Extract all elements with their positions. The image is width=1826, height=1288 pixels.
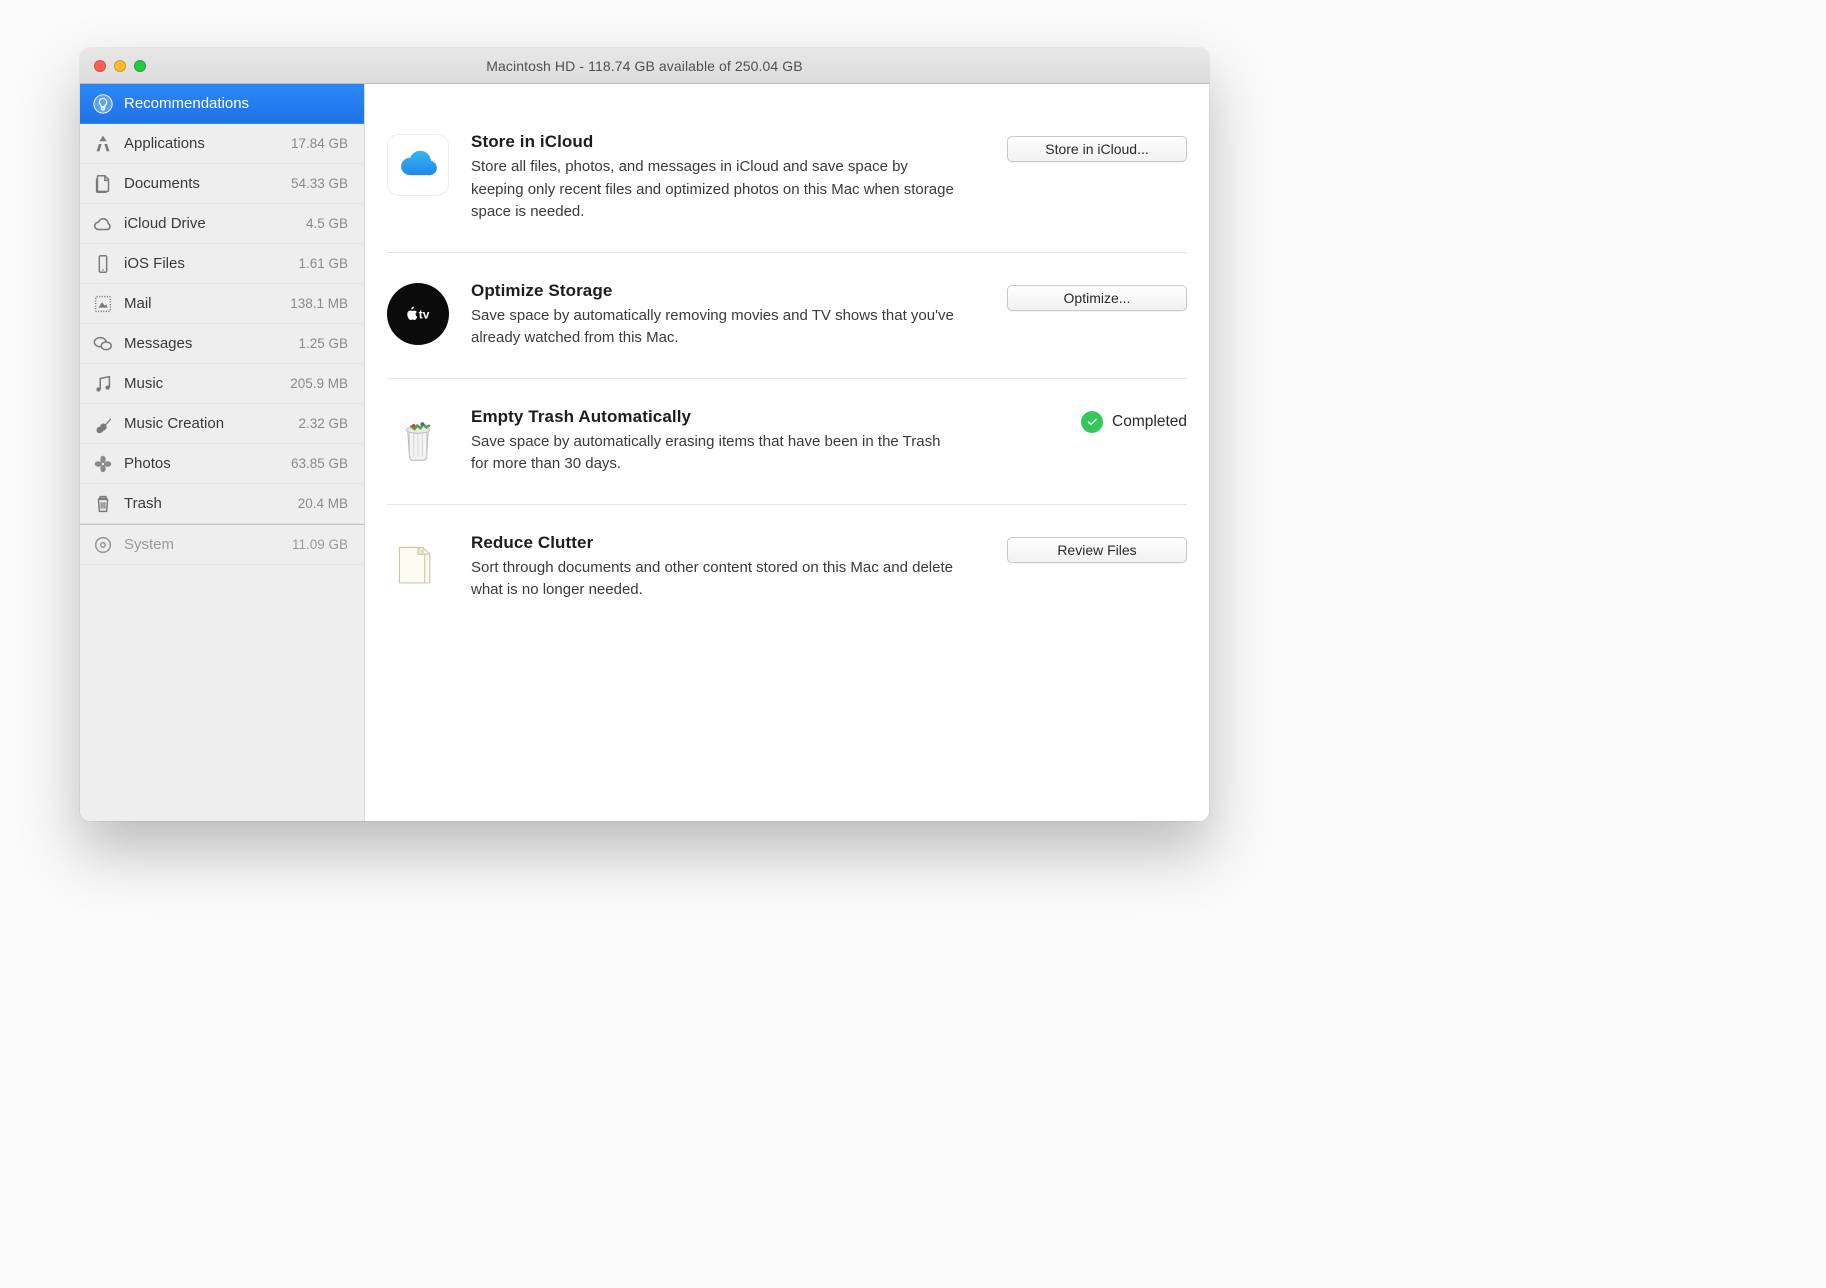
sidebar-item-label: Documents — [124, 175, 268, 192]
close-icon[interactable] — [94, 60, 106, 72]
recommendation-desc: Save space by automatically erasing item… — [471, 431, 959, 476]
guitar-icon — [92, 413, 114, 435]
window-title: Macintosh HD - 118.74 GB available of 25… — [80, 58, 1209, 74]
sidebar: Recommendations Applications 17.84 GB Do… — [80, 84, 365, 821]
recommendation-store-in-icloud: Store in iCloud Store all files, photos,… — [387, 104, 1187, 253]
appletv-icon: tv — [387, 283, 449, 345]
sidebar-item-label: Photos — [124, 455, 268, 472]
sidebar-item-photos[interactable]: Photos 63.85 GB — [80, 444, 364, 484]
music-icon — [92, 373, 114, 395]
storage-management-window: Macintosh HD - 118.74 GB available of 25… — [80, 48, 1209, 821]
sidebar-item-icloud-drive[interactable]: iCloud Drive 4.5 GB — [80, 204, 364, 244]
documents-icon — [92, 173, 114, 195]
sidebar-item-size: 17.84 GB — [278, 136, 348, 151]
sidebar-item-size: 1.25 GB — [278, 336, 348, 351]
sidebar-item-label: Music Creation — [124, 415, 268, 432]
sidebar-item-size: 4.5 GB — [278, 216, 348, 231]
recommendation-title: Reduce Clutter — [471, 533, 959, 553]
sidebar-item-music[interactable]: Music 205.9 MB — [80, 364, 364, 404]
sidebar-item-label: Recommendations — [124, 95, 268, 112]
sidebar-item-label: iCloud Drive — [124, 215, 268, 232]
checkmark-icon — [1081, 411, 1103, 433]
sidebar-item-recommendations[interactable]: Recommendations — [80, 84, 364, 124]
recommendation-desc: Sort through documents and other content… — [471, 557, 959, 602]
status-label: Completed — [1112, 413, 1187, 431]
sidebar-item-mail[interactable]: Mail 138.1 MB — [80, 284, 364, 324]
sidebar-item-label: Mail — [124, 295, 268, 312]
sidebar-item-size: 20.4 MB — [278, 496, 348, 511]
cloud-icon — [92, 213, 114, 235]
recommendation-desc: Store all files, photos, and messages in… — [471, 156, 959, 224]
icloud-icon — [387, 134, 449, 196]
sidebar-item-size: 63.85 GB — [278, 456, 348, 471]
sidebar-item-size: 2.32 GB — [278, 416, 348, 431]
sidebar-item-ios-files[interactable]: iOS Files 1.61 GB — [80, 244, 364, 284]
traffic-lights — [80, 60, 146, 72]
sidebar-item-label: iOS Files — [124, 255, 268, 272]
sidebar-item-size: 1.61 GB — [278, 256, 348, 271]
applications-icon — [92, 133, 114, 155]
sidebar-item-label: Trash — [124, 495, 268, 512]
messages-icon — [92, 333, 114, 355]
sidebar-item-trash[interactable]: Trash 20.4 MB — [80, 484, 364, 524]
recommendation-desc: Save space by automatically removing mov… — [471, 305, 959, 350]
sidebar-item-size: 11.09 GB — [278, 537, 348, 552]
sidebar-item-size: 205.9 MB — [278, 376, 348, 391]
documents-stack-icon — [387, 535, 449, 597]
sidebar-item-system[interactable]: System 11.09 GB — [80, 525, 364, 565]
sidebar-item-applications[interactable]: Applications 17.84 GB — [80, 124, 364, 164]
sidebar-item-documents[interactable]: Documents 54.33 GB — [80, 164, 364, 204]
sidebar-item-size: 54.33 GB — [278, 176, 348, 191]
sidebar-item-label: Applications — [124, 135, 268, 152]
recommendation-optimize-storage: tv Optimize Storage Save space by automa… — [387, 253, 1187, 379]
sidebar-item-size: 138.1 MB — [278, 296, 348, 311]
lightbulb-icon — [92, 93, 114, 115]
recommendation-title: Store in iCloud — [471, 132, 959, 152]
completed-status: Completed — [1081, 411, 1187, 433]
sidebar-item-label: Music — [124, 375, 268, 392]
recommendations-panel: Store in iCloud Store all files, photos,… — [365, 84, 1209, 821]
phone-icon — [92, 253, 114, 275]
photos-icon — [92, 453, 114, 475]
minimize-icon[interactable] — [114, 60, 126, 72]
trash-full-icon — [387, 409, 449, 471]
disk-icon — [92, 534, 114, 556]
sidebar-item-music-creation[interactable]: Music Creation 2.32 GB — [80, 404, 364, 444]
svg-text:tv: tv — [419, 307, 430, 321]
recommendation-empty-trash: Empty Trash Automatically Save space by … — [387, 379, 1187, 505]
zoom-icon[interactable] — [134, 60, 146, 72]
optimize-button[interactable]: Optimize... — [1007, 285, 1187, 311]
sidebar-item-messages[interactable]: Messages 1.25 GB — [80, 324, 364, 364]
titlebar[interactable]: Macintosh HD - 118.74 GB available of 25… — [80, 48, 1209, 84]
sidebar-item-label: System — [124, 536, 268, 553]
store-in-icloud-button[interactable]: Store in iCloud... — [1007, 136, 1187, 162]
stamp-icon — [92, 293, 114, 315]
trash-icon — [92, 493, 114, 515]
recommendation-reduce-clutter: Reduce Clutter Sort through documents an… — [387, 505, 1187, 630]
recommendation-title: Empty Trash Automatically — [471, 407, 959, 427]
sidebar-item-label: Messages — [124, 335, 268, 352]
recommendation-title: Optimize Storage — [471, 281, 959, 301]
review-files-button[interactable]: Review Files — [1007, 537, 1187, 563]
